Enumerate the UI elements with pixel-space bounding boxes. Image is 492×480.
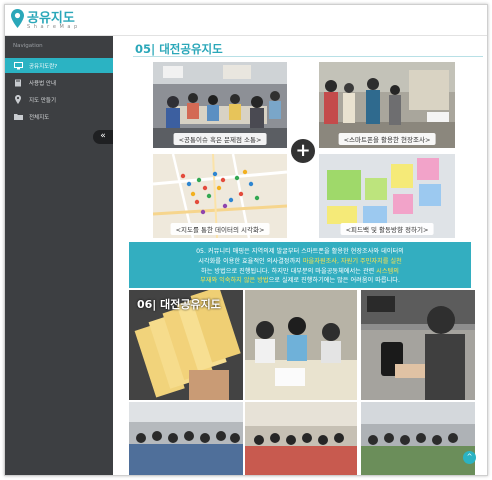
plus-icon: + (291, 139, 315, 163)
info-highlight-3: 부재와 익숙하지 않은 방법 (200, 277, 269, 285)
sidebar-item-all-maps[interactable]: 전체지도 (5, 109, 113, 124)
folder-icon (13, 112, 23, 122)
map-pin-icon (13, 95, 23, 105)
info-highlight-1: 마을자원조사, 자원기 주민자치를 실천 (302, 257, 402, 265)
group-photo-3 (361, 402, 475, 475)
meeting-photo: <공통이슈 혹은 문제점 소통> (153, 62, 287, 148)
kids-meeting-photo (245, 290, 357, 400)
info-line-2-text: 시각화를 이용한 효율적인 의사결정까지 (198, 257, 303, 265)
sidebar-item-label: 지도 만들기 (29, 97, 57, 104)
caption-field-survey: <스마트폰을 활용한 현장조사> (338, 133, 436, 145)
info-highlight-2: 시스템의 (376, 267, 399, 275)
sidebar-item-guide[interactable]: 사용법 안내 (5, 75, 113, 90)
section-title: 05| 대전공유지도 (135, 42, 223, 56)
info-line-2: 시각화를 이용한 효율적인 의사결정까지 마을자원조사, 자원기 주민자치를 실… (135, 257, 465, 267)
phone-survey-illustration (361, 290, 475, 400)
phone-survey-photo (361, 290, 475, 400)
feedback-photo: <피드백 및 활동방향 정하기> (319, 154, 455, 238)
book-icon (13, 78, 23, 88)
group-photo-2 (245, 402, 357, 475)
sidebar-item-about[interactable]: 공유지도란? (5, 58, 113, 73)
caption-feedback: <피드백 및 활동방향 정하기> (340, 223, 434, 235)
sidebar-item-make-map[interactable]: 지도 만들기 (5, 92, 113, 107)
info-line-3: 하는 방법으로 진행됩니다. 하지만 대부분의 마을공동체에서는 관련 시스템의 (135, 267, 465, 277)
app-window: 공유지도 S h a r e M a p Navigation 공유지도란? 사… (4, 4, 488, 476)
main-content: 05| 대전공유지도 <공통이슈 혹은 문제점 소통> <스마트폰을 활용한 현… (113, 36, 487, 475)
sidebar-item-label: 사용법 안내 (29, 80, 57, 87)
info-box: 05. 커뮤니티 매핑은 지역의제 발굴부터 스마트폰을 활용한 현장조사와 데… (129, 242, 471, 288)
title-divider (133, 56, 483, 57)
info-line-4: 부재와 익숙하지 않은 방법으로 실제로 진행하기에는 많은 어려움이 따릅니다… (135, 276, 465, 286)
scroll-to-top-button[interactable]: ^ (463, 451, 476, 464)
info-line-1: 05. 커뮤니티 매핑은 지역의제 발굴부터 스마트폰을 활용한 현장조사와 데… (196, 248, 404, 255)
map-pin-logo-icon (11, 9, 24, 28)
sidebar: Navigation 공유지도란? 사용법 안내 지도 만들기 전체지도 « (5, 36, 113, 475)
caption-visualization: <지도를 통한 데이터의 시각화> (170, 223, 270, 235)
field-survey-photo: <스마트폰을 활용한 현장조사> (319, 62, 455, 148)
group-photo-3-illustration (361, 402, 475, 475)
brochure-photo: 06| 대전공유지도 (129, 290, 243, 400)
group-photo-1-illustration (129, 402, 243, 475)
info-line-4-text: 으로 실제로 진행하기에는 많은 어려움이 따릅니다. (268, 277, 400, 285)
info-text: 05. 커뮤니티 매핑은 지역의제 발굴부터 스마트폰을 활용한 현장조사와 데… (135, 247, 465, 286)
sidebar-item-label: 전체지도 (29, 114, 50, 121)
sidebar-collapse-button[interactable]: « (93, 130, 113, 144)
group-photo-2-illustration (245, 402, 357, 475)
caption-communication: <공통이슈 혹은 문제점 소통> (173, 133, 267, 145)
info-line-3-text: 하는 방법으로 진행됩니다. 하지만 대부분의 마을공동체에서는 관련 (201, 267, 377, 275)
banner-title: 06| 대전공유지도 (137, 298, 221, 311)
monitor-icon (13, 61, 23, 71)
sidebar-item-label: 공유지도란? (29, 63, 58, 70)
app-logo-subtitle: S h a r e M a p (27, 24, 79, 30)
map-visualization-photo: <지도를 통한 데이터의 시각화> (153, 154, 287, 238)
sidebar-header: Navigation (13, 43, 43, 49)
group-photo-1 (129, 402, 243, 475)
kids-meeting-illustration (245, 290, 357, 400)
top-bar: 공유지도 S h a r e M a p (5, 5, 487, 36)
